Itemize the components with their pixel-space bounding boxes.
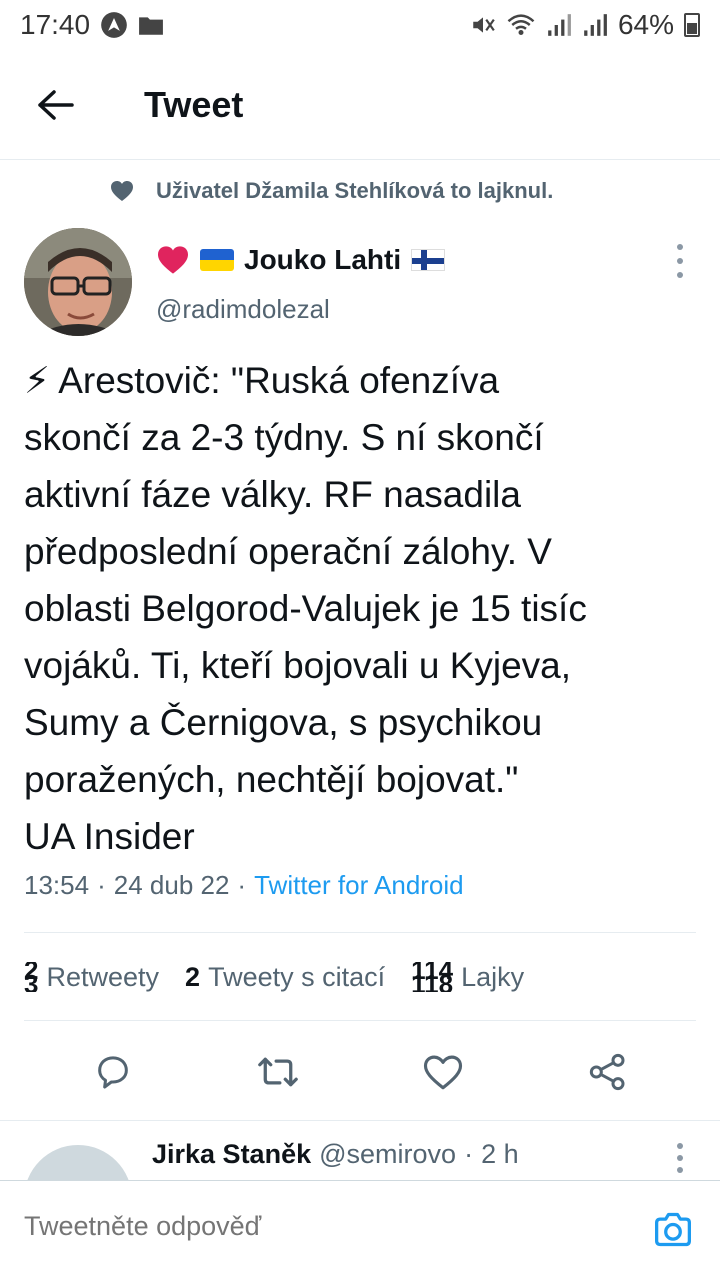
- tweet-text-line: poražených, nechtějí bojovat.": [24, 759, 519, 800]
- tweet-text: ⚡ Arestovič: "Ruská ofenzíva skončí za 2…: [24, 352, 700, 865]
- camera-button[interactable]: [650, 1207, 696, 1253]
- tweet-stats: 2 3 Retweety 2 Tweety s citací 114 118 L…: [24, 952, 524, 1002]
- finland-flag-icon: [411, 249, 446, 271]
- divider: [24, 932, 696, 933]
- author-name: Jouko Lahti: [244, 244, 402, 275]
- avatar[interactable]: [24, 228, 132, 336]
- reply-author-handle: @semirovo: [319, 1139, 457, 1169]
- quotes-label: Tweety s citací: [208, 961, 386, 992]
- retweet-count-new: 3: [24, 969, 39, 992]
- battery-icon: [684, 13, 700, 37]
- tweet-actions: [0, 1040, 720, 1104]
- social-context-text: Uživatel Džamila Stehlíková to lajknul.: [156, 178, 554, 203]
- reply-input[interactable]: [24, 1211, 584, 1242]
- heart-icon: [111, 181, 133, 201]
- meta-separator: ·: [97, 870, 106, 900]
- app-bar: Tweet: [0, 50, 720, 160]
- more-icon-dot: [677, 1155, 683, 1161]
- reply-button[interactable]: [83, 1042, 143, 1102]
- tweet-text-line: předposlední operační zálohy. V: [24, 531, 552, 572]
- tweet-text-line: aktivní fáze války. RF nasadila: [24, 474, 521, 515]
- retweet-count: 2 3: [24, 962, 38, 992]
- mute-icon: [470, 12, 496, 38]
- share-icon: [589, 1053, 624, 1091]
- battery-percent: 64%: [617, 9, 674, 40]
- back-arrow-icon: [38, 89, 74, 120]
- reply-author-name: Jirka Staněk: [152, 1139, 312, 1169]
- retweet-button[interactable]: [248, 1042, 308, 1102]
- reply-avatar[interactable]: [24, 1145, 132, 1180]
- tweet-text-line: vojáků. Ti, kteří bojovali u Kyjeva,: [24, 645, 572, 686]
- signal-icon: [546, 13, 572, 37]
- share-button[interactable]: [578, 1042, 638, 1102]
- tweet-meta: 13:54 · 24 dub 22 · Twitter for Android: [24, 870, 464, 901]
- more-icon: [677, 1143, 683, 1149]
- tweet-author[interactable]: Jouko Lahti @radimdolezal: [156, 240, 446, 325]
- tweet-date: 24 dub 22: [113, 870, 230, 900]
- tweet-source-link[interactable]: Twitter for Android: [254, 870, 464, 901]
- like-icon: [423, 1055, 462, 1090]
- navigation-icon: [100, 11, 128, 39]
- status-time: 17:40: [20, 9, 91, 40]
- red-heart-icon: [158, 246, 188, 274]
- signal-icon-2: [582, 13, 608, 37]
- more-icon-dot: [677, 272, 683, 278]
- back-button[interactable]: [0, 50, 110, 160]
- tweet-time: 13:54: [24, 870, 90, 900]
- meta-separator: ·: [237, 870, 247, 900]
- page-title: Tweet: [144, 83, 244, 125]
- likes-stat[interactable]: 114 118 Lajky: [411, 962, 524, 993]
- tweet-text-line: ⚡ Arestovič: "Ruská ofenzíva: [24, 360, 500, 401]
- reply-header: Jirka Staněk @semirovo · 2 h: [152, 1139, 519, 1170]
- reply-separator: ·: [464, 1139, 474, 1169]
- quote-count: 2: [185, 961, 201, 992]
- folder-icon: [138, 14, 164, 36]
- likes-label: Lajky: [461, 961, 525, 992]
- reply-preview[interactable]: Jirka Staněk @semirovo · 2 h: [0, 1120, 720, 1180]
- more-icon: [677, 244, 683, 250]
- retweets-label: Retweety: [46, 961, 160, 992]
- tweet-text-line: skončí za 2-3 týdny. S ní skončí: [24, 417, 544, 458]
- wifi-icon: [506, 12, 536, 38]
- divider: [24, 1020, 696, 1021]
- like-count: 114 118: [411, 962, 453, 992]
- more-icon-dot: [677, 1167, 683, 1173]
- like-count-new: 118: [411, 969, 454, 992]
- ukraine-flag-icon: [200, 249, 234, 271]
- status-bar: 17:40 64%: [0, 0, 720, 50]
- reply-more-button[interactable]: [668, 1143, 692, 1173]
- retweets-stat[interactable]: 2 3 Retweety: [24, 962, 159, 993]
- more-options-button[interactable]: [668, 244, 692, 278]
- tweet-text-line: Sumy a Černigova, s psychikou: [24, 702, 543, 743]
- like-button[interactable]: [413, 1042, 473, 1102]
- camera-icon: [655, 1212, 691, 1247]
- retweet-icon: [257, 1057, 298, 1087]
- author-handle: @radimdolezal: [156, 294, 330, 324]
- quotes-stat[interactable]: 2 Tweety s citací: [185, 962, 385, 993]
- social-context[interactable]: Uživatel Džamila Stehlíková to lajknul.: [110, 178, 553, 204]
- reply-icon: [97, 1056, 128, 1089]
- reply-age: 2 h: [481, 1139, 519, 1169]
- tweet-text-line: UA Insider: [24, 816, 195, 857]
- more-icon-dot: [677, 258, 683, 264]
- reply-composer: [0, 1180, 720, 1280]
- tweet-text-line: oblasti Belgorod-Valujek je 15 tisíc: [24, 588, 587, 629]
